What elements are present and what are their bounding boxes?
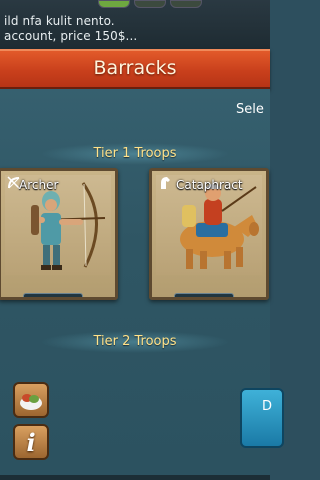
top-tab[interactable] xyxy=(134,0,166,8)
tab-select[interactable]: Sele xyxy=(236,102,264,117)
bottom-bar xyxy=(0,475,270,480)
food-button[interactable] xyxy=(13,382,49,418)
tier1-title: Tier 1 Troops xyxy=(93,146,177,161)
troop-count: 100 xyxy=(23,293,83,297)
troop-card-archer[interactable]: Archer 100 xyxy=(0,168,118,300)
troop-count: 100 xyxy=(174,293,234,297)
page-title: Barracks xyxy=(93,57,177,79)
info-button[interactable]: i xyxy=(13,424,49,460)
food-bowl-icon xyxy=(20,394,42,410)
top-tab[interactable] xyxy=(98,0,130,8)
tier2-title: Tier 2 Troops xyxy=(93,334,177,349)
troop-name: Archer xyxy=(19,178,59,192)
troop-name: Cataphract xyxy=(176,178,243,192)
info-icon: i xyxy=(26,427,36,457)
chat-message-line: account, price 150$... xyxy=(4,29,138,43)
troop-card-cataphract[interactable]: Cataphract 100 xyxy=(149,168,269,300)
train-button-label: D xyxy=(262,399,273,414)
horse-icon xyxy=(161,177,170,189)
top-tab[interactable] xyxy=(170,0,202,8)
chat-message-line: ild nfa kulit nento. xyxy=(4,14,115,28)
train-button[interactable] xyxy=(240,388,284,448)
top-tab-strip xyxy=(98,0,202,8)
